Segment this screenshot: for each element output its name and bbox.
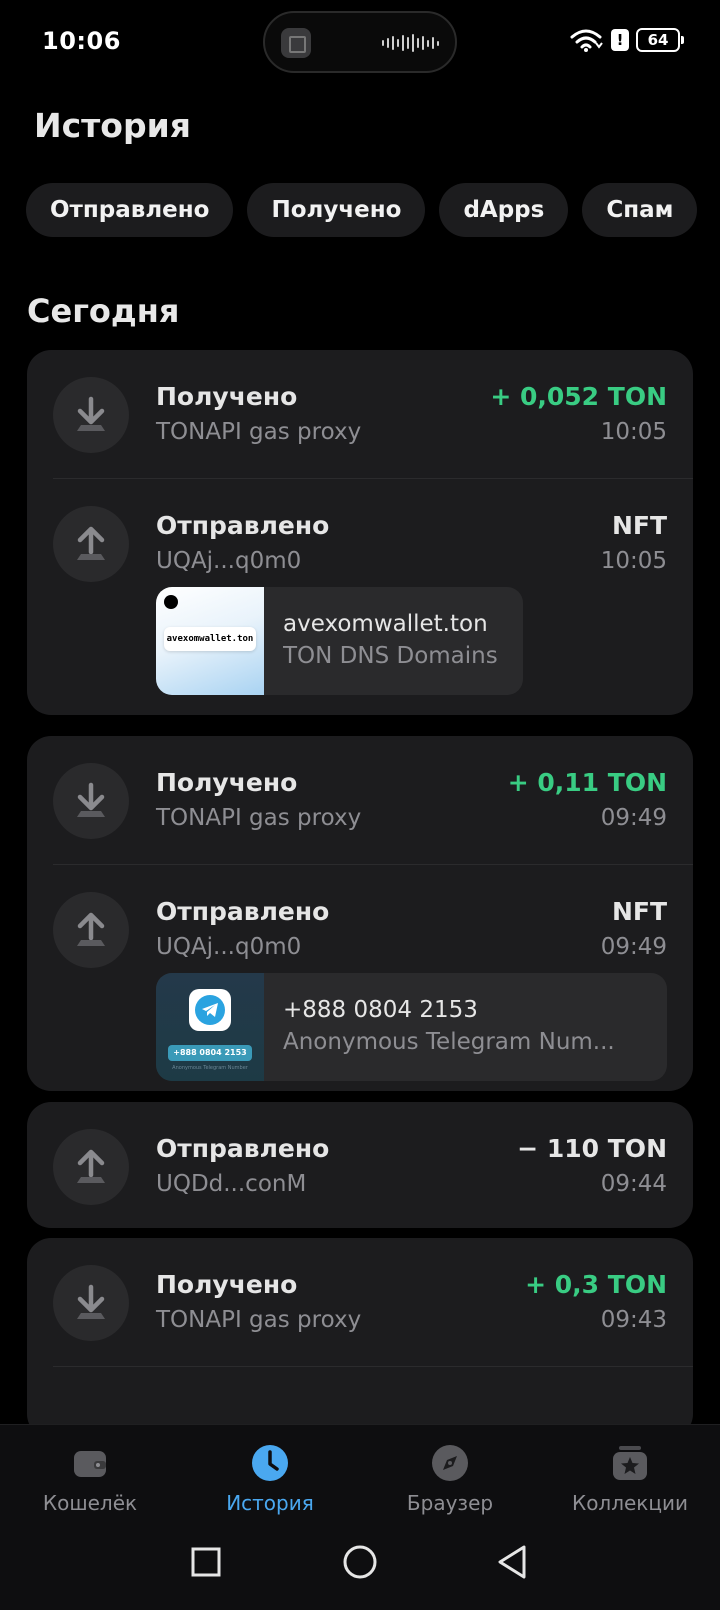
transaction-type: Отправлено [156,511,330,540]
send-arrow-icon [53,892,129,968]
tab-wallet[interactable]: Кошелёк [0,1425,180,1525]
system-icons: ! 64 [570,27,684,53]
heart-badge-icon [164,595,178,609]
transaction-counterparty: TONAPI gas proxy [156,805,362,831]
tab-label: Кошелёк [42,1491,138,1515]
transaction-time: 09:49 [600,934,667,960]
clock-icon [252,1445,288,1481]
filter-sent[interactable]: Отправлено [26,183,234,237]
transaction-time: 10:05 [600,548,667,574]
transaction-type: Получено [156,1270,298,1299]
alert-icon: ! [611,29,629,51]
transaction-counterparty: UQAj...q0m0 [156,934,302,960]
transaction-amount: NFT [611,511,667,540]
transaction-group: Получено TONAPI gas proxy + 0,11 TON 09:… [27,736,693,1091]
transaction-counterparty: UQAj...q0m0 [156,548,302,574]
transaction-type: Отправлено [156,897,330,926]
status-time: 10:06 [42,27,121,55]
transaction-counterparty: TONAPI gas proxy [156,1307,362,1333]
transaction-amount: − 110 TON [517,1134,667,1163]
nft-name: avexomwallet.ton [283,611,488,637]
audio-waveform-icon [382,33,439,53]
tab-label: История [226,1491,314,1515]
telegram-icon [189,989,231,1031]
filter-dapps[interactable]: dApps [439,183,569,237]
receive-arrow-icon [53,377,129,453]
dynamic-island [263,11,457,73]
transaction-row[interactable]: Получено TONAPI gas proxy + 0,11 TON 09:… [27,736,693,864]
nft-thumbnail-label: avexomwallet.ton [164,627,256,651]
transaction-amount: + 0,052 TON [490,382,667,411]
transaction-time: 09:49 [600,805,667,831]
transaction-type: Получено [156,382,298,411]
status-bar: 10:06 ! 64 [0,0,720,84]
collections-icon [613,1446,647,1480]
bottom-navigation: Кошелёк История Браузер Коллекции [0,1424,720,1610]
wifi-icon [570,29,603,52]
wallet-icon [74,1451,106,1477]
transaction-group: Получено TONAPI gas proxy + 0,052 TON 10… [27,350,693,715]
nft-thumbnail-caption: Anonymous Telegram Number [172,1065,248,1071]
media-app-icon [281,28,311,58]
section-title-today: Сегодня [27,292,180,330]
transaction-time: 09:44 [600,1171,667,1197]
transaction-counterparty: UQDd...conM [156,1171,307,1197]
transaction-row[interactable]: Получено TONAPI gas proxy + 0,052 TON 10… [27,350,693,478]
transaction-counterparty: TONAPI gas proxy [156,419,362,445]
page-title: История [34,106,191,145]
system-navigation-bar [0,1525,720,1610]
receive-arrow-icon [53,763,129,839]
receive-arrow-icon [53,1265,129,1341]
tab-browser[interactable]: Браузер [360,1425,540,1525]
nft-thumbnail-label: +888 0804 2153 [168,1045,252,1061]
transaction-type: Отправлено [156,1134,330,1163]
recents-square-icon[interactable] [187,1543,225,1581]
nft-collection: TON DNS Domains [283,643,498,669]
transaction-amount: NFT [611,897,667,926]
send-arrow-icon [53,506,129,582]
tab-history[interactable]: История [180,1425,360,1525]
transaction-type: Получено [156,768,298,797]
tab-label: Коллекции [572,1491,688,1515]
transaction-time: 09:43 [600,1307,667,1333]
transaction-row[interactable]: Отправлено UQDd...conM − 110 TON 09:44 [27,1102,693,1228]
home-circle-icon[interactable] [341,1543,379,1581]
nft-name: +888 0804 2153 [283,997,478,1023]
transaction-group: Отправлено UQDd...conM − 110 TON 09:44 [27,1102,693,1228]
tab-label: Браузер [406,1491,494,1515]
divider [53,1366,693,1367]
transaction-time: 10:05 [600,419,667,445]
battery-icon: 64 [636,28,684,52]
nft-collection: Anonymous Telegram Num... [283,1029,615,1055]
send-arrow-icon [53,1129,129,1205]
transaction-group: Получено TONAPI gas proxy + 0,3 TON 09:4… [27,1238,693,1438]
filter-spam[interactable]: Спам [582,183,698,237]
nft-preview[interactable]: avexomwallet.ton avexomwallet.ton TON DN… [156,587,523,695]
compass-icon [432,1445,468,1481]
transaction-amount: + 0,3 TON [525,1270,667,1299]
filter-chips: Отправлено Получено dApps Спам [26,183,698,237]
back-triangle-icon[interactable] [494,1543,532,1581]
nft-thumbnail: avexomwallet.ton [156,587,264,695]
nft-preview[interactable]: +888 0804 2153 Anonymous Telegram Number… [156,973,667,1081]
transaction-row[interactable]: Получено TONAPI gas proxy + 0,3 TON 09:4… [27,1238,693,1366]
transaction-amount: + 0,11 TON [507,768,667,797]
nft-thumbnail: +888 0804 2153 Anonymous Telegram Number [156,973,264,1081]
tab-collections[interactable]: Коллекции [540,1425,720,1525]
filter-received[interactable]: Получено [247,183,426,237]
